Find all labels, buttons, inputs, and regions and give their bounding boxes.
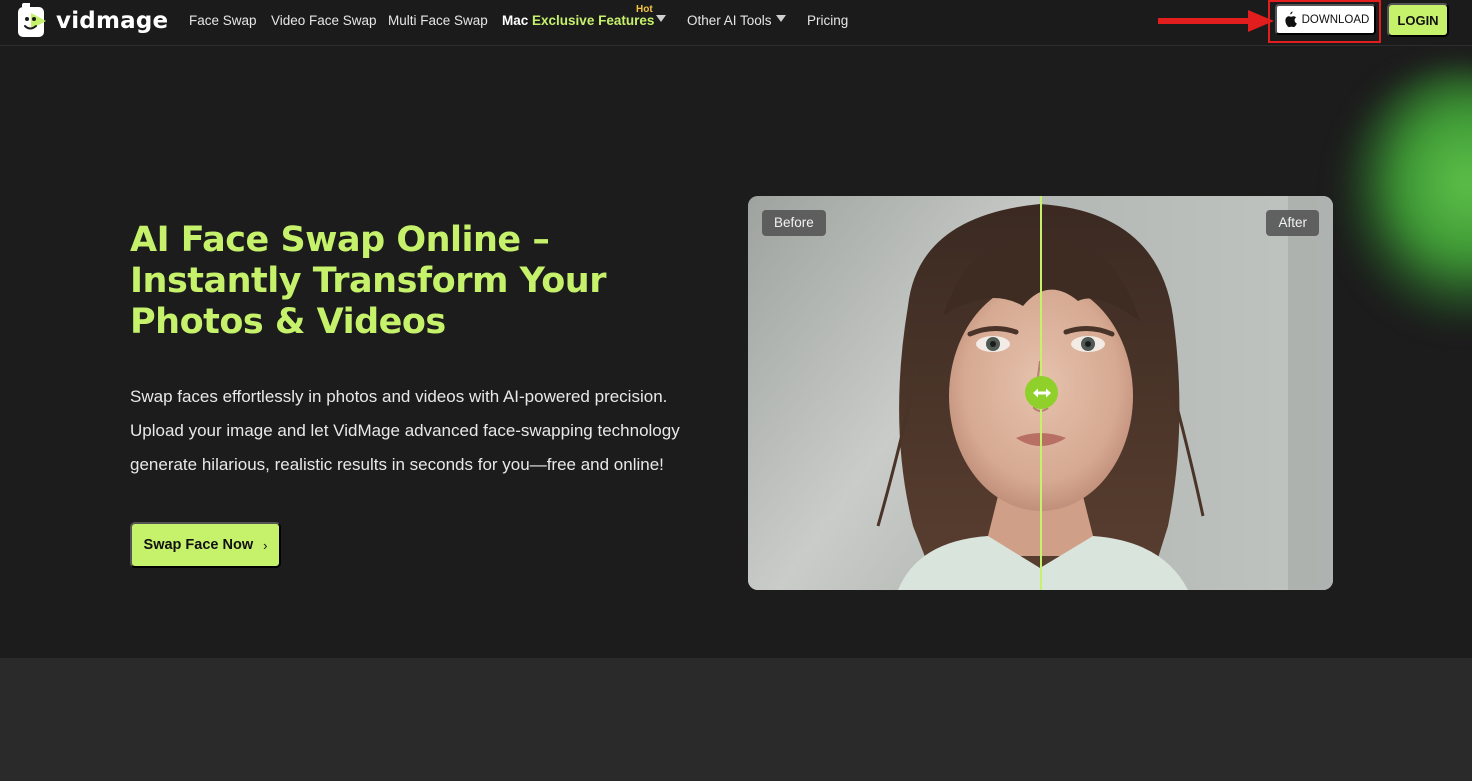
nav-mac-highlight: Exclusive Features xyxy=(532,13,655,28)
nav-face-swap[interactable]: Face Swap xyxy=(189,12,257,30)
before-after-comparison[interactable]: Before After xyxy=(748,196,1333,590)
hero-title-line: Instantly Transform Your xyxy=(130,261,606,301)
caret-down-icon[interactable] xyxy=(656,15,666,22)
after-label: After xyxy=(1266,210,1319,236)
hero-description: Swap faces effortlessly in photos and vi… xyxy=(130,380,720,482)
apple-icon xyxy=(1285,11,1297,28)
hero-description-line: generate hilarious, realistic results in… xyxy=(130,455,664,474)
hero-title-line: AI Face Swap Online – xyxy=(130,220,550,260)
cta-label: Swap Face Now xyxy=(143,537,254,553)
download-label: DOWNLOAD xyxy=(1301,13,1370,26)
nav-mac-exclusive-features[interactable]: Mac Exclusive Features xyxy=(502,12,654,30)
hero-description-line: Swap faces effortlessly in photos and vi… xyxy=(130,387,668,406)
login-button[interactable]: LOGIN xyxy=(1387,3,1449,37)
nav-mac-prefix: Mac xyxy=(502,13,529,28)
download-button[interactable]: DOWNLOAD xyxy=(1275,4,1376,35)
hero-title: AI Face Swap Online – Instantly Transfor… xyxy=(130,220,690,343)
nav-pricing[interactable]: Pricing xyxy=(807,12,848,30)
hero-section: AI Face Swap Online – Instantly Transfor… xyxy=(0,46,1472,658)
nav-multi-face-swap[interactable]: Multi Face Swap xyxy=(388,12,488,30)
swap-face-now-button[interactable]: Swap Face Now › xyxy=(130,522,281,568)
comparison-slider-handle[interactable] xyxy=(1025,376,1058,409)
nav-video-face-swap[interactable]: Video Face Swap xyxy=(271,12,377,30)
hot-badge: Hot xyxy=(636,4,653,15)
left-right-arrows-icon xyxy=(1032,388,1051,397)
before-label: Before xyxy=(762,210,826,236)
top-navbar: vidmage Face Swap Video Face Swap Multi … xyxy=(0,0,1472,46)
red-arrow-annotation xyxy=(1158,10,1274,32)
nav-other-ai-tools[interactable]: Other AI Tools xyxy=(687,12,772,30)
green-glow-decoration xyxy=(1340,66,1472,326)
brand-logo[interactable]: vidmage xyxy=(16,2,168,40)
vidmage-logo-icon xyxy=(18,3,46,37)
chevron-right-icon: › xyxy=(263,537,268,553)
brand-name: vidmage xyxy=(56,8,169,34)
hero-description-line: Upload your image and let VidMage advanc… xyxy=(130,421,680,440)
hero-title-line: Photos & Videos xyxy=(130,302,446,342)
caret-down-icon[interactable] xyxy=(776,15,786,22)
page: vidmage Face Swap Video Face Swap Multi … xyxy=(0,0,1472,781)
lower-section xyxy=(0,658,1472,781)
